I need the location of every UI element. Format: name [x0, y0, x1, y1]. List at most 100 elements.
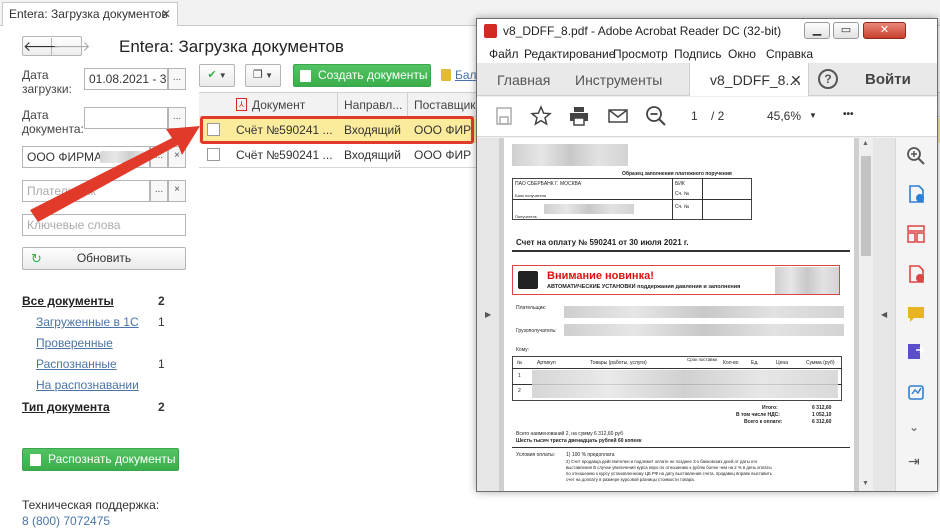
payer-clear-icon[interactable]: × [168, 180, 186, 202]
pdf-col-qty: Кол-во [723, 360, 739, 366]
pdf-bank-name: ПАО СБЕРБАНК Г. МОСКВА [515, 181, 582, 187]
pdf-col-goods: Товары (работы, услуги) [590, 360, 647, 366]
doc-date-select-button[interactable]: ... [168, 107, 186, 129]
menu-window[interactable]: Окно [728, 47, 756, 61]
row-supplier: ООО ФИР [414, 148, 472, 162]
copy-icon: ❐ [252, 69, 263, 81]
pdf-total-value: 6 312,60 [812, 405, 832, 411]
column-direction[interactable]: Направл... [337, 93, 407, 117]
save-icon[interactable] [493, 105, 515, 127]
more-tools-icon[interactable]: ••• [843, 109, 854, 120]
close-icon[interactable]: ✕ [863, 22, 906, 39]
right-panel-toggle[interactable]: ◀ [873, 138, 895, 491]
zoom-out-icon[interactable] [645, 105, 667, 127]
pdf-vat-label: В том числе НДС: [736, 412, 780, 418]
create-docs-button[interactable]: Создать документы [293, 64, 431, 87]
pdf-sample-title: Образец заполнения платежного поручения [622, 171, 732, 177]
tab-document[interactable]: v8_DDFF_8.... ✕ [689, 63, 809, 96]
menu-file[interactable]: Файл [489, 47, 519, 61]
payer-field[interactable]: Плательщик [22, 180, 150, 202]
column-supplier[interactable]: Поставщик [407, 93, 477, 117]
column-document[interactable]: Документ [252, 93, 337, 117]
payer-select-button[interactable]: ... [150, 180, 168, 202]
pdf-row-2: 2 [518, 388, 521, 394]
organization-select-button[interactable]: ... [150, 146, 168, 168]
row-checkbox[interactable] [207, 148, 220, 161]
help-icon[interactable]: ? [818, 69, 838, 89]
promo-subtitle: АВТОМАТИЧЕСКИЕ УСТАНОВКИ поддержания дав… [547, 284, 741, 290]
tab-home[interactable]: Главная [497, 72, 550, 88]
vertical-scrollbar[interactable]: ▲ ▼ [859, 138, 873, 491]
nav-recognized-count: 1 [158, 357, 165, 371]
maximize-icon[interactable]: ▭ [833, 22, 859, 39]
menu-sign[interactable]: Подпись [674, 47, 722, 61]
check-all-dropdown[interactable]: ✔ ▼ [199, 64, 235, 87]
expand-left-icon[interactable]: ▶ [485, 310, 491, 319]
pdf-col-sum: Сумма (руб) [806, 360, 835, 366]
scrollbar-thumb[interactable] [861, 156, 871, 256]
print-icon[interactable] [568, 105, 590, 127]
organization-value: ООО ФИРМА [27, 150, 102, 164]
menu-edit[interactable]: Редактирование [524, 47, 615, 61]
export-pdf-icon[interactable] [906, 184, 926, 204]
nav-uploaded[interactable]: Загруженные в 1С [36, 315, 139, 329]
pdf-summary-words: Шесть тысяч триста двенадцать рублей 60 … [516, 438, 642, 444]
support-phone[interactable]: 8 (800) 7072475 [22, 514, 110, 528]
forward-arrow-icon[interactable]: 🡒 [53, 38, 91, 55]
tab-document-close-icon[interactable]: ✕ [790, 72, 802, 89]
fill-sign-icon[interactable] [906, 382, 926, 402]
upload-date-field[interactable]: 01.08.2021 - 31 [84, 68, 168, 90]
menu-help[interactable]: Справка [766, 47, 813, 61]
grid-divider [199, 167, 479, 168]
acrobat-title: v8_DDFF_8.pdf - Adobe Acrobat Reader DC … [503, 24, 782, 38]
pdf-terms-2: 2) Счет продавца действителен и подлежит… [566, 459, 758, 464]
back-arrow-icon[interactable]: 🡐 [23, 38, 61, 55]
collapse-panel-icon[interactable]: ⇥ [908, 453, 920, 470]
page-number-input[interactable]: 1 [691, 109, 698, 123]
tab-tools[interactable]: Инструменты [575, 72, 662, 88]
upload-date-select-button[interactable]: ... [168, 68, 186, 90]
balance-link[interactable]: Бал [455, 68, 477, 82]
more-tools-chevron-icon[interactable]: ⌄ [909, 420, 919, 434]
left-panel-toggle[interactable]: ▶ [477, 138, 499, 491]
pdf-invoice-title: Счет на оплату № 590241 от 30 июля 2021 … [516, 238, 689, 247]
tab-entera[interactable]: Entera: Загрузка документов ✕ [2, 2, 178, 26]
mail-icon[interactable] [607, 105, 629, 127]
scroll-up-icon[interactable]: ▲ [862, 140, 869, 147]
nav-recognizing[interactable]: На распознавании [36, 378, 139, 392]
zoom-icon[interactable] [906, 146, 926, 166]
signin-button[interactable]: Войти [865, 71, 911, 88]
pdf-due-value: 6 312,60 [812, 419, 832, 425]
pdf-promo-banner: Внимание новинка! АВТОМАТИЧЕСКИЕ УСТАНОВ… [512, 265, 840, 295]
collapse-right-icon[interactable]: ◀ [881, 310, 887, 319]
minimize-icon[interactable]: ▁ [804, 22, 830, 39]
zoom-level[interactable]: 45,6% [767, 109, 801, 123]
pdf-terms-1: 1) 100 % предоплата [566, 452, 615, 458]
tab-label: Entera: Загрузка документов [9, 7, 168, 21]
nav-checked[interactable]: Проверенные [36, 336, 113, 350]
organization-clear-icon[interactable]: × [168, 146, 186, 168]
organize-pages-icon[interactable] [906, 224, 926, 244]
nav-all-docs[interactable]: Все документы [22, 294, 114, 308]
pdf-bik: БИК [675, 181, 685, 187]
menu-view[interactable]: Просмотр [613, 47, 668, 61]
tab-close-icon[interactable]: ✕ [161, 7, 171, 21]
pdf-line [512, 368, 842, 369]
pdf-col-unit: Ед. [751, 360, 759, 366]
nav-uploaded-count: 1 [158, 315, 165, 329]
acrobat-titlebar: v8_DDFF_8.pdf - Adobe Acrobat Reader DC … [477, 19, 937, 43]
zoom-dropdown-icon[interactable]: ▼ [809, 111, 817, 120]
refresh-button[interactable]: ↻ Обновить [22, 247, 186, 270]
nav-doc-type[interactable]: Тип документа [22, 400, 110, 414]
star-icon[interactable] [530, 105, 552, 127]
nav-recognized[interactable]: Распознанные [36, 357, 117, 371]
doc-date-field[interactable] [84, 107, 168, 129]
edit-pdf-icon[interactable] [906, 342, 926, 362]
create-pdf-icon[interactable] [906, 264, 926, 284]
copy-dropdown[interactable]: ❐ ▼ [245, 64, 281, 87]
scroll-down-icon[interactable]: ▼ [862, 480, 869, 487]
recognize-docs-button[interactable]: Распознать документы [22, 448, 179, 471]
redacted-payer [564, 306, 844, 318]
keywords-field[interactable]: Ключевые слова [22, 214, 186, 236]
comment-icon[interactable] [906, 304, 926, 324]
